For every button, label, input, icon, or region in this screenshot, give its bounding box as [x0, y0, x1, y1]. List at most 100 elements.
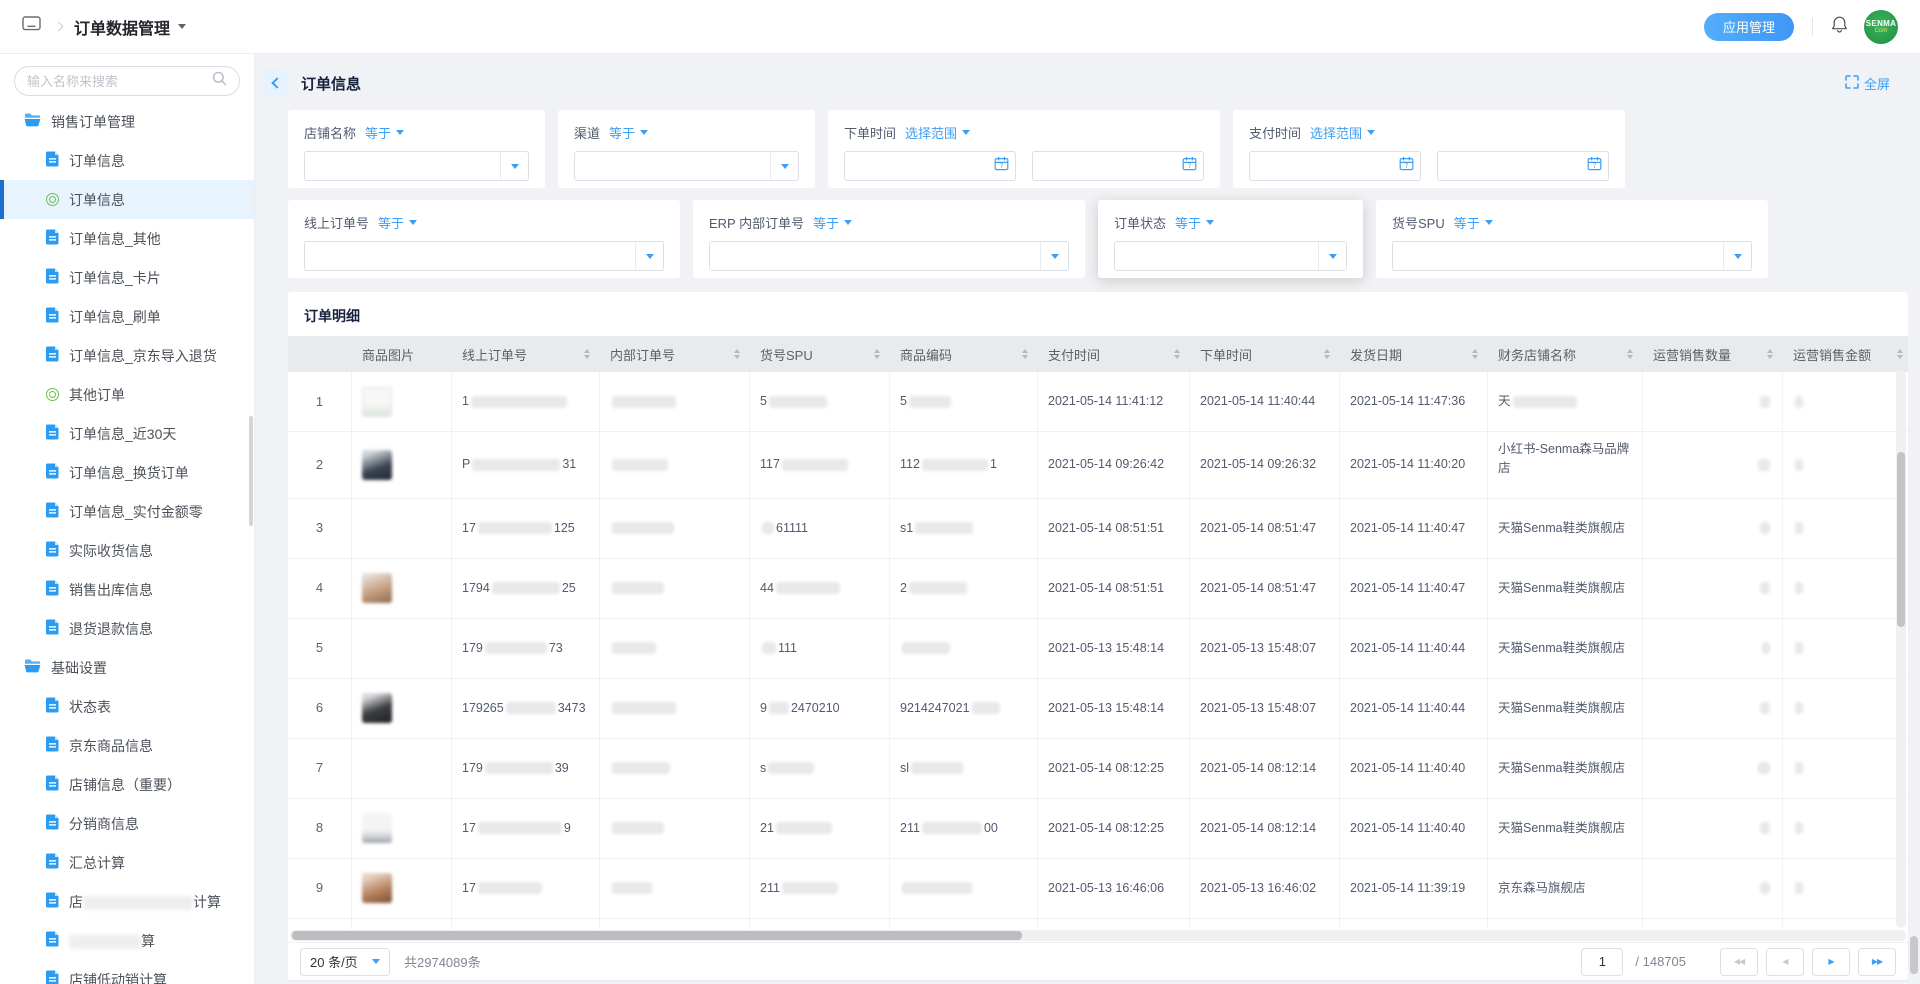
- select-caret[interactable]: [770, 152, 798, 180]
- select-caret[interactable]: [1318, 242, 1346, 270]
- sidebar-item[interactable]: 订单信息_刷单: [0, 297, 254, 336]
- vertical-scrollbar-thumb[interactable]: [1897, 452, 1905, 627]
- sidebar-item[interactable]: 订单信息_其他: [0, 219, 254, 258]
- sidebar-item[interactable]: 实际收货信息: [0, 531, 254, 570]
- calendar-icon[interactable]: 7: [1587, 156, 1602, 176]
- sidebar-item[interactable]: 退货退款信息: [0, 609, 254, 648]
- search-icon[interactable]: [212, 71, 227, 91]
- sidebar-item[interactable]: 状态表: [0, 687, 254, 726]
- filter-select[interactable]: [1392, 241, 1752, 271]
- date-start-input[interactable]: 7: [1249, 151, 1421, 181]
- sidebar-item[interactable]: 订单信息_实付金额零: [0, 492, 254, 531]
- sort-icon[interactable]: [1472, 346, 1478, 362]
- column-header[interactable]: [288, 336, 352, 372]
- table-vertical-scrollbar[interactable]: [1896, 370, 1906, 928]
- table-horizontal-scrollbar[interactable]: [290, 930, 1906, 941]
- sort-icon[interactable]: [1627, 346, 1633, 362]
- column-header[interactable]: 下单时间: [1190, 336, 1340, 372]
- select-caret[interactable]: [500, 152, 528, 180]
- sidebar-item[interactable]: 订单信息_卡片: [0, 258, 254, 297]
- sidebar-item[interactable]: 分销商信息: [0, 804, 254, 843]
- filter-select[interactable]: [304, 151, 529, 181]
- window-icon[interactable]: [22, 16, 41, 37]
- sort-icon[interactable]: [1174, 346, 1180, 362]
- filter-select[interactable]: [574, 151, 799, 181]
- page-number-input[interactable]: [1581, 948, 1623, 976]
- date-end-input[interactable]: 7: [1437, 151, 1609, 181]
- avatar[interactable]: SENMA Com: [1864, 10, 1898, 44]
- page-scrollbar-thumb[interactable]: [1910, 936, 1918, 974]
- table-row[interactable]: 6 1792653473 92470210 9214247021 2021-05…: [288, 679, 1908, 739]
- sidebar-item[interactable]: 京东商品信息: [0, 726, 254, 765]
- app-manage-button[interactable]: 应用管理: [1704, 13, 1794, 41]
- calendar-icon[interactable]: 7: [1399, 156, 1414, 176]
- table-row[interactable]: 7 17939 s sl 2021-05-14 08:12:25 2021-05…: [288, 739, 1908, 799]
- horizontal-scrollbar-thumb[interactable]: [292, 931, 1022, 940]
- filter-operator-dropdown[interactable]: 等于: [365, 123, 404, 142]
- product-image[interactable]: [362, 387, 392, 417]
- sort-icon[interactable]: [874, 346, 880, 362]
- sort-icon[interactable]: [734, 346, 740, 362]
- filter-operator-dropdown[interactable]: 选择范围: [905, 123, 970, 142]
- column-header[interactable]: 线上订单号: [452, 336, 600, 372]
- sidebar-item[interactable]: 店计算: [0, 882, 254, 921]
- filter-operator-dropdown[interactable]: 等于: [813, 213, 852, 232]
- filter-select[interactable]: [1114, 241, 1347, 271]
- sidebar-scrollbar-thumb[interactable]: [249, 416, 253, 526]
- product-image[interactable]: [362, 693, 392, 723]
- filter-operator-dropdown[interactable]: 等于: [609, 123, 648, 142]
- fullscreen-button[interactable]: 全屏: [1845, 74, 1890, 93]
- sidebar-item[interactable]: 店铺低动销计算: [0, 960, 254, 984]
- table-row[interactable]: 9 17 211 2021-05-13 16:46:06 2021-05-13 …: [288, 859, 1908, 919]
- calendar-icon[interactable]: 7: [1182, 156, 1197, 176]
- select-caret[interactable]: [1040, 242, 1068, 270]
- last-page-button[interactable]: ▶▶: [1858, 948, 1896, 976]
- sidebar-item[interactable]: 基础设置: [0, 648, 254, 687]
- column-header[interactable]: 商品图片: [352, 336, 452, 372]
- product-image[interactable]: [362, 573, 392, 603]
- filter-select[interactable]: [304, 241, 664, 271]
- prev-page-button[interactable]: ◀: [1766, 948, 1804, 976]
- sort-icon[interactable]: [1897, 346, 1903, 362]
- filter-operator-dropdown[interactable]: 选择范围: [1310, 123, 1375, 142]
- breadcrumb-title[interactable]: 订单数据管理: [74, 15, 170, 39]
- filter-operator-dropdown[interactable]: 等于: [378, 213, 417, 232]
- table-row[interactable]: 4 179425 44 2 2021-05-14 08:51:51 2021-0…: [288, 559, 1908, 619]
- sort-icon[interactable]: [1022, 346, 1028, 362]
- sidebar-item[interactable]: 销售订单管理: [0, 102, 254, 141]
- sidebar-item[interactable]: 订单信息_近30天: [0, 414, 254, 453]
- sort-icon[interactable]: [584, 346, 590, 362]
- back-button[interactable]: [263, 70, 287, 96]
- sidebar-item[interactable]: 订单信息_京东导入退货: [0, 336, 254, 375]
- filter-select[interactable]: [709, 241, 1069, 271]
- notification-bell-icon[interactable]: [1831, 15, 1848, 38]
- title-dropdown-caret-icon[interactable]: [178, 24, 186, 33]
- date-end-input[interactable]: 7: [1032, 151, 1204, 181]
- date-start-input[interactable]: 7: [844, 151, 1016, 181]
- table-row[interactable]: 2 P31 117 1121 2021-05-14 09:26:42 2021-…: [288, 432, 1908, 499]
- sidebar-item[interactable]: 算: [0, 921, 254, 960]
- page-size-select[interactable]: 20 条/页: [300, 948, 390, 976]
- table-row[interactable]: [288, 919, 1908, 930]
- table-row[interactable]: 8 179 21 21100 2021-05-14 08:12:25 2021-…: [288, 799, 1908, 859]
- select-caret[interactable]: [1723, 242, 1751, 270]
- table-row[interactable]: 3 17125 61111 s1 2021-05-14 08:51:51 202…: [288, 499, 1908, 559]
- column-header[interactable]: 货号SPU: [750, 336, 890, 372]
- next-page-button[interactable]: ▶: [1812, 948, 1850, 976]
- sidebar-item[interactable]: 其他订单: [0, 375, 254, 414]
- column-header[interactable]: 发货日期: [1340, 336, 1488, 372]
- filter-operator-dropdown[interactable]: 等于: [1454, 213, 1493, 232]
- column-header[interactable]: 支付时间: [1038, 336, 1190, 372]
- sidebar-item[interactable]: 订单信息: [0, 141, 254, 180]
- calendar-icon[interactable]: 7: [994, 156, 1009, 176]
- product-image[interactable]: [362, 813, 392, 843]
- product-image[interactable]: [362, 450, 392, 480]
- filter-operator-dropdown[interactable]: 等于: [1175, 213, 1214, 232]
- sort-icon[interactable]: [1324, 346, 1330, 362]
- sidebar-item[interactable]: 订单信息_换货订单: [0, 453, 254, 492]
- table-row[interactable]: 1 1 5 5 2021-05-14 11:41:12 2021-05-14 1…: [288, 372, 1908, 432]
- column-header[interactable]: 运营销售金额: [1783, 336, 1908, 372]
- sidebar-item[interactable]: 店铺信息（重要）: [0, 765, 254, 804]
- first-page-button[interactable]: ◀◀: [1720, 948, 1758, 976]
- product-image[interactable]: [362, 873, 392, 903]
